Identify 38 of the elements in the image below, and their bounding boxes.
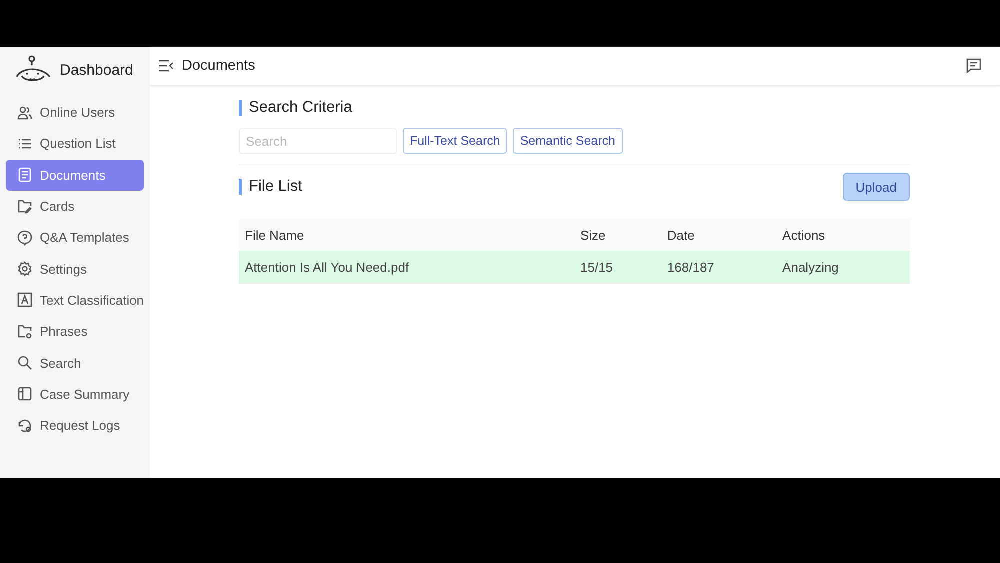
column-header: Size (574, 219, 662, 251)
sidebar-item[interactable]: Question List (6, 128, 144, 160)
sidebar-item[interactable]: Settings (6, 253, 144, 285)
section-title: File List (239, 179, 302, 195)
text-box-icon (17, 292, 33, 308)
sidebar-item[interactable]: Q&A Templates (6, 222, 144, 254)
question-icon (17, 230, 33, 246)
sidebar-item[interactable]: Cards (6, 190, 144, 222)
message-icon[interactable] (966, 58, 982, 74)
sidebar-item[interactable]: Search (6, 347, 144, 379)
search-field[interactable]: Search (239, 128, 397, 154)
page-title: Documents (182, 58, 256, 74)
section-title: Search Criteria (239, 100, 910, 116)
brand-name: Dashboard (60, 62, 134, 78)
table-cell: Analyzing (776, 251, 910, 284)
search-icon (17, 355, 33, 372)
column-header: Actions (776, 219, 910, 251)
users-icon (17, 104, 33, 121)
sidebar-item[interactable]: Phrases (6, 316, 144, 348)
collapse-menu-icon[interactable] (158, 60, 174, 72)
folder-settings-icon (17, 324, 33, 340)
summary-icon (17, 386, 33, 402)
table-cell: Attention Is All You Need.pdf (239, 251, 574, 284)
sidebar-item[interactable]: Online Users (6, 97, 144, 128)
table-cell: 168/187 (661, 251, 777, 284)
upload-button[interactable]: Upload (842, 173, 910, 201)
search-button[interactable]: Semantic Search (513, 128, 622, 154)
column-header: Date (661, 219, 777, 251)
document-icon (17, 167, 33, 184)
search-button[interactable]: Full-Text Search (403, 128, 508, 154)
table-cell: 15/15 (574, 251, 662, 284)
settings-icon (17, 261, 33, 278)
column-header: File Name (239, 219, 574, 251)
sidebar-item[interactable]: Request Logs (6, 410, 144, 442)
sidebar-item[interactable]: Case Summary (6, 378, 144, 410)
folder-edit-icon (17, 198, 33, 215)
history-icon (17, 418, 33, 434)
sidebar-item[interactable]: Text Classification (6, 284, 144, 316)
